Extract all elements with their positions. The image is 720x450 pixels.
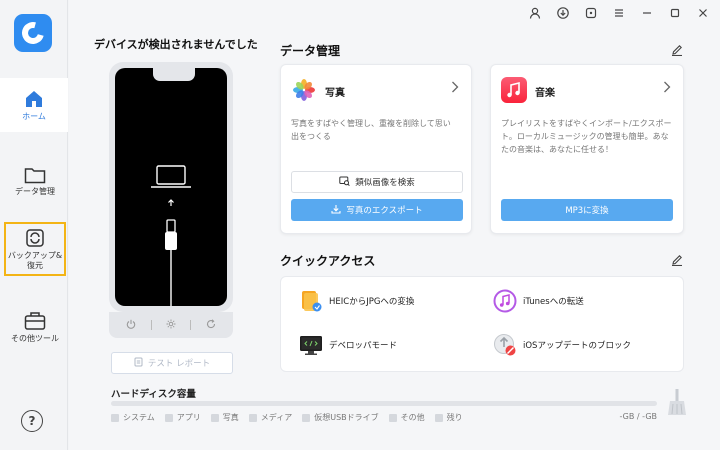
legend-item: 写真 (210, 412, 239, 423)
sidebar-item-label: ホーム (22, 111, 46, 121)
feedback-icon[interactable] (584, 6, 598, 20)
sidebar-item-label: データ管理 (15, 186, 55, 196)
help-button[interactable]: ? (21, 410, 43, 432)
heic-convert-icon (299, 289, 323, 313)
backup-restore-icon (25, 228, 45, 248)
broom-icon[interactable] (666, 388, 688, 416)
connect-device-icon (151, 165, 191, 306)
convert-mp3-button[interactable]: MP3に変換 (501, 199, 673, 221)
edit-icon[interactable] (671, 44, 683, 59)
legend-item: 残り (434, 412, 463, 423)
photos-card-title: 写真 (325, 88, 345, 99)
main-content: デバイスが検出されませんでした テスト レポート ハードディスク容量 システム … (69, 0, 720, 450)
minimize-icon[interactable] (640, 6, 654, 20)
sidebar-item-backup-restore[interactable]: バックアップ& 復元 (4, 222, 66, 276)
export-icon (331, 204, 341, 217)
report-icon (134, 357, 143, 370)
quick-access-card: HEICからJPGへの変換 iTunesへの転送 デベロッパモード iOSアップ… (280, 276, 684, 372)
photos-app-icon (291, 77, 317, 106)
disk-capacity-title: ハードディスク容量 (111, 389, 196, 400)
close-icon[interactable] (696, 6, 710, 20)
phone-illustration (109, 62, 233, 312)
legend-item: アプリ (164, 412, 201, 423)
title-bar (528, 6, 710, 20)
quick-item-heic-to-jpg[interactable]: HEICからJPGへの変換 (299, 289, 414, 313)
music-card-description: プレイリストをすばやくインポート/エクスポート。ローカルミュージックの管理も簡単… (501, 119, 672, 155)
quick-item-block-ios-update[interactable]: iOSアップデートのブロック (493, 333, 631, 357)
legend-item: 仮想USBドライブ (302, 412, 379, 423)
image-search-icon (339, 176, 350, 189)
music-app-icon (501, 77, 527, 106)
quick-item-label: iTunesへの転送 (523, 297, 584, 307)
disk-usage-bar (111, 401, 657, 406)
edit-icon[interactable] (671, 254, 683, 269)
brightness-icon[interactable] (166, 319, 176, 332)
phone-controls (109, 312, 233, 338)
developer-mode-icon (299, 333, 323, 357)
export-photos-label: 写真のエクスポート (346, 206, 423, 216)
legend-item: メディア (248, 412, 292, 423)
disk-capacity-value: -GB / -GB (619, 412, 657, 421)
chevron-right-icon[interactable] (451, 81, 459, 97)
quick-item-label: HEICからJPGへの変換 (329, 297, 415, 307)
photos-card: 写真 写真をすばやく管理し、重複を削除して思い出をつくる 類似画像を検索 写真の… (280, 64, 472, 234)
refresh-icon[interactable] (206, 318, 216, 332)
legend-item: システム (111, 412, 155, 423)
quick-item-label: デベロッパモード (329, 341, 398, 351)
sidebar: ホーム データ管理 バックアップ& 復元 その他ツール ? (0, 0, 68, 450)
account-icon[interactable] (528, 6, 542, 20)
sidebar-item-other-tools[interactable]: その他ツール (4, 300, 66, 354)
quick-item-developer-mode[interactable]: デベロッパモード (299, 333, 397, 357)
photos-card-description: 写真をすばやく管理し、重複を削除して思い出をつくる (291, 119, 451, 142)
find-similar-images-label: 類似画像を検索 (355, 178, 415, 188)
block-update-icon (493, 333, 517, 357)
sidebar-item-home[interactable]: ホーム (0, 78, 68, 132)
data-management-title: データ管理 (280, 44, 341, 58)
menu-icon[interactable] (612, 6, 626, 20)
legend-item: その他 (388, 412, 425, 423)
convert-mp3-label: MP3に変換 (565, 206, 609, 216)
sidebar-item-label: バックアップ& 復元 (7, 251, 63, 270)
device-status-title: デバイスが検出されませんでした (94, 38, 258, 51)
itunes-icon (493, 289, 517, 313)
app-logo-icon (14, 14, 52, 52)
sidebar-item-data-management[interactable]: データ管理 (4, 154, 66, 208)
quick-item-label: iOSアップデートのブロック (523, 341, 631, 351)
power-icon[interactable] (126, 319, 136, 332)
music-card: 音楽 プレイリストをすばやくインポート/エクスポート。ローカルミュージックの管理… (490, 64, 684, 234)
sidebar-item-label: その他ツール (11, 333, 59, 343)
test-report-label: テスト レポート (147, 359, 211, 369)
maximize-icon[interactable] (668, 6, 682, 20)
home-icon (24, 89, 44, 109)
export-photos-button[interactable]: 写真のエクスポート (291, 199, 463, 221)
quick-item-itunes-transfer[interactable]: iTunesへの転送 (493, 289, 584, 313)
download-icon[interactable] (556, 6, 570, 20)
chevron-right-icon[interactable] (663, 81, 671, 97)
quick-access-title: クイックアクセス (280, 254, 376, 268)
folder-icon (24, 166, 46, 184)
toolbox-icon (24, 311, 46, 331)
find-similar-images-button[interactable]: 類似画像を検索 (291, 171, 463, 193)
disk-legend: システム アプリ 写真 メディア 仮想USBドライブ その他 残り (111, 412, 463, 423)
test-report-button[interactable]: テスト レポート (111, 352, 233, 374)
music-card-title: 音楽 (535, 88, 555, 99)
